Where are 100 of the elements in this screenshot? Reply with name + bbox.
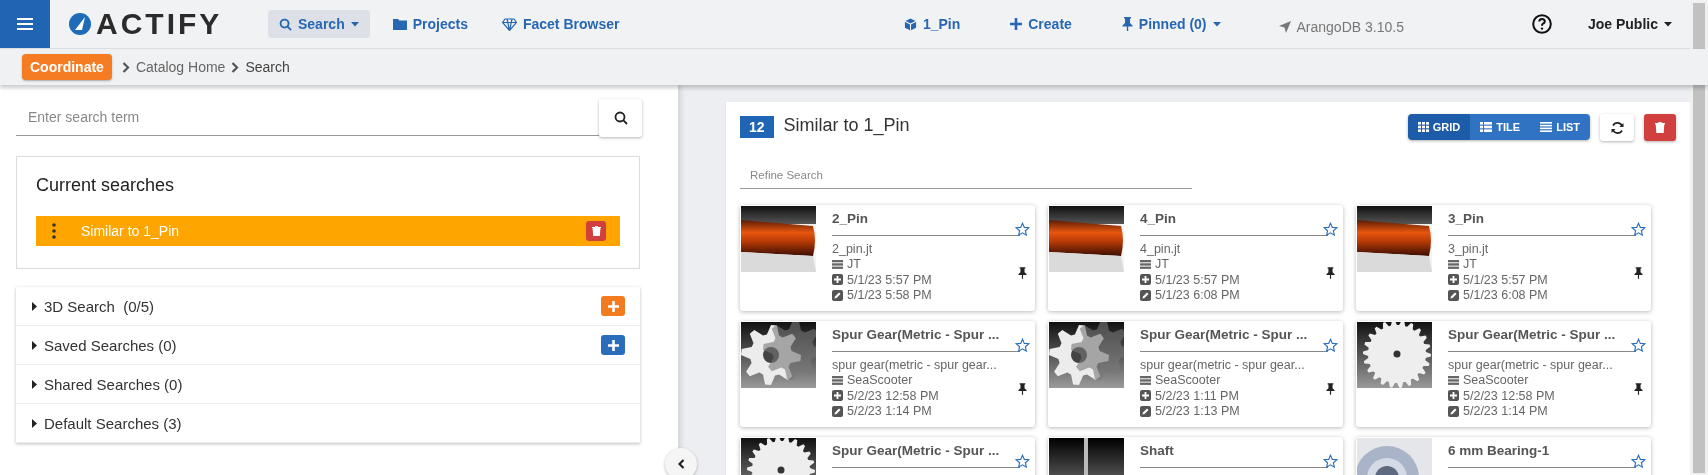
panel-title: Current searches <box>36 175 176 196</box>
help-icon[interactable] <box>1531 14 1552 34</box>
result-card[interactable]: Shaft <box>1048 437 1343 475</box>
item-title[interactable]: 3_Pin <box>1448 211 1625 226</box>
source-label: SeaScooter <box>847 373 913 388</box>
modified-date: 5/2/23 1:14 PM <box>1463 404 1548 419</box>
server-icon <box>832 259 843 269</box>
pin-icon[interactable] <box>1017 267 1027 279</box>
result-card[interactable]: Spur Gear(Metric - Spur ... spur gear(metric - spur gear... SeaScooter 5/2/23 12:58 PM 5/2/23 1:14 PM <box>740 321 1035 427</box>
breadcrumb-item[interactable]: Catalog Home <box>135 59 226 75</box>
server-icon <box>1140 259 1151 269</box>
pin-icon[interactable] <box>1325 383 1335 395</box>
result-card[interactable]: Spur Gear(Metric - Spur ... <box>740 437 1035 475</box>
search-button[interactable] <box>599 99 642 137</box>
list-icon <box>1540 122 1553 132</box>
add-button[interactable] <box>601 296 625 316</box>
star-icon[interactable] <box>1014 454 1030 469</box>
star-icon[interactable] <box>1322 338 1338 353</box>
source-label: JT <box>847 257 861 272</box>
result-card[interactable]: 3_Pin 3_pin.jt JT 5/1/23 5:57 PM 5/1/23 6:08 PM <box>1356 205 1651 311</box>
created-date: 5/1/23 5:57 PM <box>1155 272 1240 287</box>
version-link[interactable]: ArangoDB 3.10.5 <box>1262 13 1498 35</box>
view-toggle[interactable]: GRID <box>1407 114 1471 140</box>
modified-date: 5/1/23 5:58 PM <box>847 288 932 303</box>
pin-icon[interactable] <box>1633 267 1643 279</box>
search-icon <box>279 17 292 31</box>
star-icon[interactable] <box>1322 222 1338 237</box>
accordion-header[interactable]: 3D Search (0/5) <box>16 287 640 326</box>
section-label: 3D Search (0/5) <box>44 297 156 315</box>
logo-text: ACTIFY <box>96 7 223 41</box>
result-card[interactable]: Spur Gear(Metric - Spur ... spur gear(metric - spur gear... SeaScooter 5/2/23 12:58 PM 5/2/23 1:14 PM <box>1356 321 1651 427</box>
source-label: JT <box>1463 257 1477 272</box>
nav-link[interactable]: Facet Browser <box>490 10 631 38</box>
star-icon[interactable] <box>1322 454 1338 469</box>
count-badge: 12 <box>740 116 774 138</box>
add-button[interactable] <box>601 335 625 355</box>
nav-link[interactable]: Create <box>1002 10 1080 38</box>
pin-icon <box>1121 17 1133 31</box>
modified-date: 5/1/23 6:08 PM <box>1155 288 1240 303</box>
created-date: 5/1/23 5:57 PM <box>1463 272 1548 287</box>
location-arrow-icon <box>1278 21 1291 33</box>
search-icon <box>613 111 628 125</box>
cube-icon <box>903 17 917 31</box>
nav-link[interactable]: Search <box>268 10 370 38</box>
nav-link[interactable]: Projects <box>381 10 479 38</box>
menu-button[interactable] <box>0 0 50 48</box>
file-name: 3_pin.jt <box>1448 241 1490 257</box>
edit-icon <box>832 289 843 301</box>
modified-date: 5/1/23 6:08 PM <box>1463 288 1548 303</box>
view-toggle[interactable]: TILE <box>1470 114 1531 140</box>
view-toggle[interactable]: LIST <box>1530 114 1590 140</box>
star-icon[interactable] <box>1014 338 1030 353</box>
item-title[interactable]: 4_Pin <box>1140 211 1317 226</box>
search-field[interactable]: Enter search term <box>16 99 599 136</box>
pin-icon[interactable] <box>1633 383 1643 395</box>
delete-button[interactable] <box>586 221 606 241</box>
result-card[interactable]: 6 mm Bearing-1 <box>1356 437 1651 475</box>
nav-link[interactable]: 1_Pin <box>895 10 969 38</box>
created-date: 5/2/23 12:58 PM <box>847 388 939 403</box>
result-card[interactable]: 2_Pin 2_pin.jt JT 5/1/23 5:57 PM 5/1/23 5:58 PM <box>740 205 1035 311</box>
chevron-left-icon <box>677 459 685 469</box>
result-card[interactable]: 4_Pin 4_pin.jt JT 5/1/23 5:57 PM 5/1/23 6:08 PM <box>1048 205 1343 311</box>
accordion-header[interactable]: Saved Searches (0) <box>16 326 640 365</box>
modified-date: 5/2/23 1:13 PM <box>1155 404 1240 419</box>
created-date: 5/2/23 1:11 PM <box>1155 388 1239 403</box>
refine-search-field[interactable]: Refine Search <box>740 162 1192 189</box>
nav-link[interactable]: Pinned (0) <box>1113 10 1229 38</box>
refresh-icon <box>1610 121 1624 134</box>
plus-square-icon <box>1140 274 1151 286</box>
item-title[interactable]: 6 mm Bearing-1 <box>1448 443 1625 458</box>
scrollbar[interactable] <box>1690 1 1708 475</box>
refresh-button[interactable] <box>1600 114 1634 141</box>
chevron-icon <box>231 61 240 73</box>
item-title[interactable]: Spur Gear(Metric - Spur ... <box>1448 327 1625 342</box>
star-icon[interactable] <box>1630 454 1646 469</box>
section-label: Saved Searches (0) <box>44 336 178 354</box>
collapse-button[interactable] <box>665 448 697 475</box>
modified-date: 5/2/23 1:14 PM <box>847 404 932 419</box>
pin-icon[interactable] <box>1325 267 1335 279</box>
item-title[interactable]: 2_Pin <box>832 211 1009 226</box>
drag-handle-icon[interactable] <box>52 223 56 239</box>
pin-icon[interactable] <box>1017 383 1027 395</box>
user-menu[interactable]: Joe Public <box>1579 10 1680 38</box>
file-name: spur gear(metric - spur gear... <box>1140 357 1306 373</box>
star-icon[interactable] <box>1630 338 1646 353</box>
item-title[interactable]: Spur Gear(Metric - Spur ... <box>832 327 1009 342</box>
accordion-header[interactable]: Shared Searches (0) <box>16 365 640 404</box>
star-icon[interactable] <box>1630 222 1646 237</box>
result-card[interactable]: Spur Gear(Metric - Spur ... spur gear(metric - spur gear... SeaScooter 5/2/23 1:11 PM 5/2/23 1:13 PM <box>1048 321 1343 427</box>
item-title[interactable]: Shaft <box>1140 443 1317 458</box>
section-label: Shared Searches (0) <box>44 375 184 393</box>
results-title: Similar to 1_Pin <box>783 115 910 136</box>
item-title[interactable]: Spur Gear(Metric - Spur ... <box>1140 327 1317 342</box>
star-icon[interactable] <box>1014 222 1030 237</box>
file-name: spur gear(metric - spur gear... <box>1448 357 1614 373</box>
accordion-header[interactable]: Default Searches (3) <box>16 404 640 443</box>
item-title[interactable]: Spur Gear(Metric - Spur ... <box>832 443 1009 458</box>
edit-icon <box>1140 289 1151 301</box>
delete-button[interactable] <box>1644 114 1676 141</box>
plus-square-icon <box>1140 390 1151 402</box>
